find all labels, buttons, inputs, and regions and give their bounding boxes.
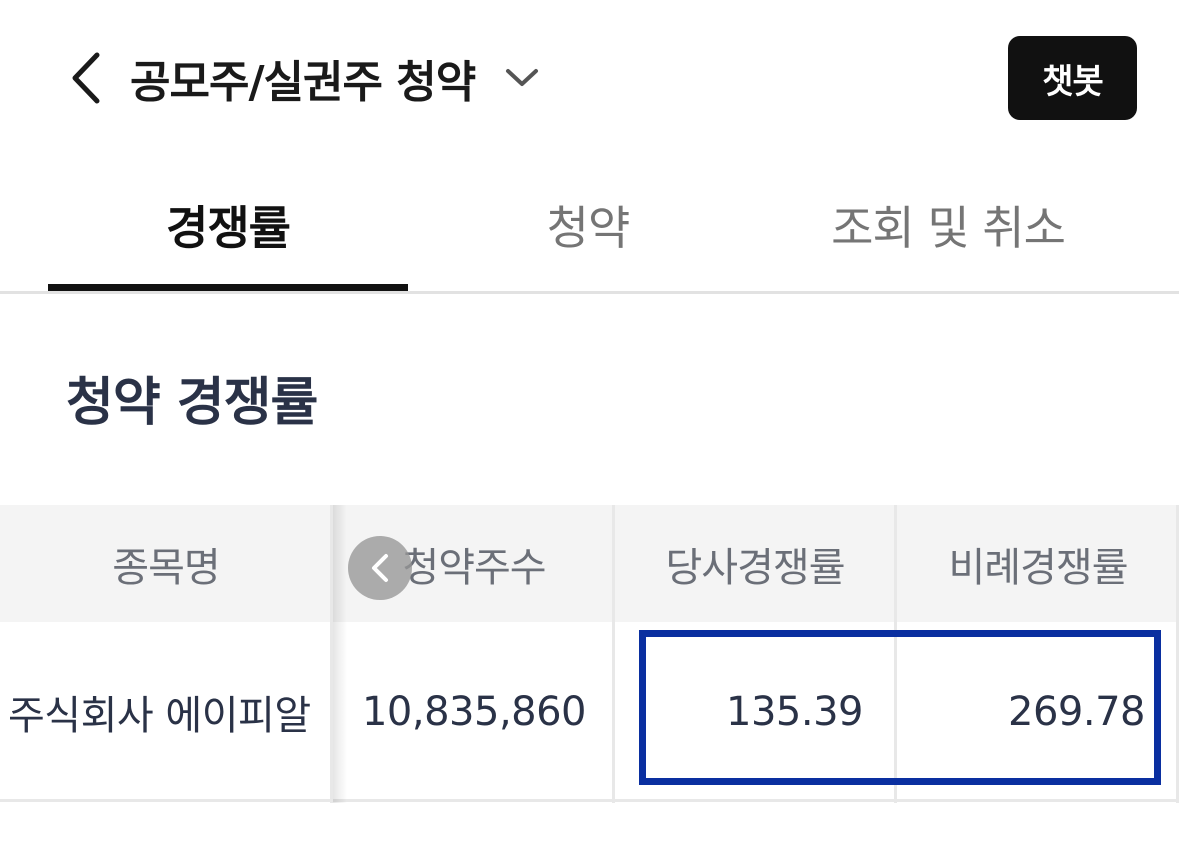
- competition-table[interactable]: 종목명 청약주수 당사경쟁률 비례경쟁률 주식회사 에이피알 10,835,86…: [0, 505, 1179, 805]
- table-header: 종목명 청약주수 당사경쟁률 비례경쟁률: [0, 505, 1179, 622]
- tab-subscription[interactable]: 청약: [408, 160, 768, 290]
- section-title: 청약 경쟁률: [66, 373, 318, 433]
- chevron-down-icon: [505, 68, 539, 88]
- table-row[interactable]: 주식회사 에이피알 10,835,860 135.39 269.78: [0, 622, 1179, 802]
- title-dropdown[interactable]: 공모주/실권주 청약: [130, 40, 539, 116]
- company-rate-cell: 135.39: [726, 689, 863, 735]
- proportional-rate-cell: 269.78: [1008, 689, 1145, 735]
- frozen-column-shadow: [333, 505, 347, 803]
- back-button[interactable]: [62, 48, 110, 108]
- chevron-left-icon: [72, 52, 100, 104]
- column-divider: [612, 505, 615, 803]
- app-header: 공모주/실권주 청약 챗봇: [0, 0, 1179, 150]
- tab-bar: 경쟁률 청약 조회 및 취소: [0, 160, 1179, 294]
- shares-cell: 10,835,860: [361, 689, 587, 735]
- active-tab-indicator: [48, 284, 408, 291]
- chatbot-button[interactable]: 챗봇: [1008, 36, 1137, 120]
- tab-inquiry-cancel[interactable]: 조회 및 취소: [768, 160, 1128, 290]
- column-divider: [894, 505, 897, 803]
- column-header-proportional-rate: 비례경쟁률: [948, 544, 1129, 591]
- tab-competition-rate[interactable]: 경쟁률: [48, 160, 408, 290]
- chevron-left-icon: [372, 554, 388, 582]
- column-header-company-rate: 당사경쟁률: [665, 544, 846, 591]
- table-scroll-left-button[interactable]: [348, 536, 412, 600]
- stock-name-cell: 주식회사 에이피알: [8, 693, 311, 739]
- column-header-name: 종목명: [112, 544, 220, 591]
- page-title: 공모주/실권주 청약: [130, 57, 476, 108]
